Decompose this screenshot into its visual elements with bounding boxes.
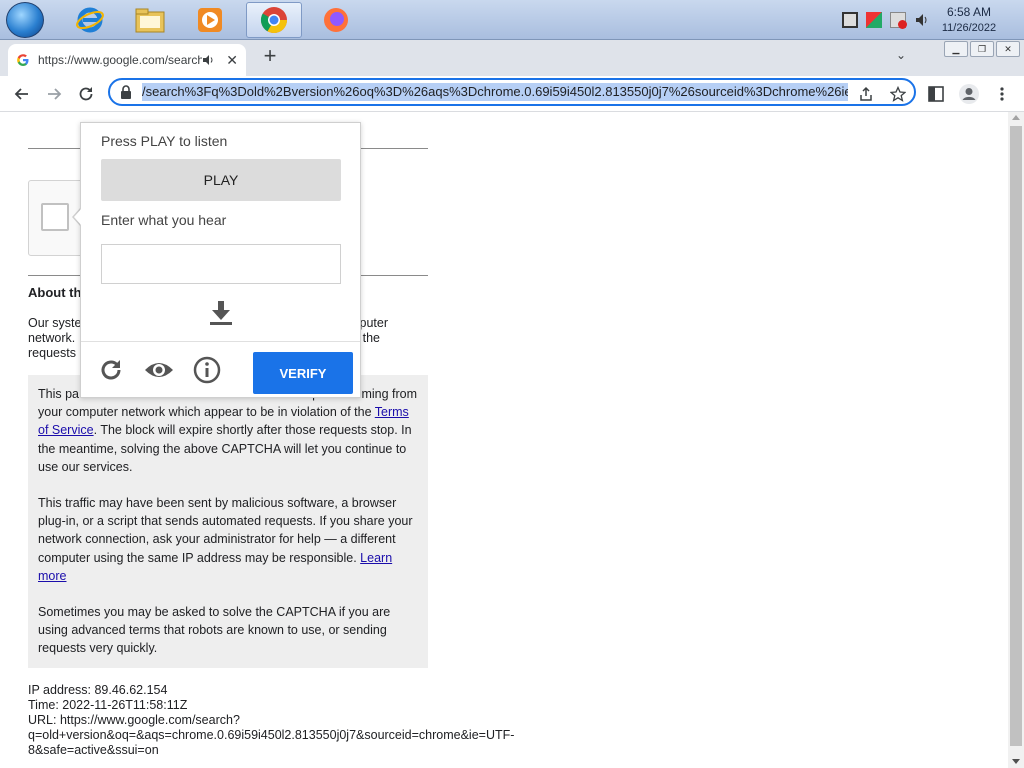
tab-strip: https://www.google.com/search ✕ + ⌄ ▁ ❐ … (0, 40, 1024, 76)
request-url: q=old+version&oq=&aqs=chrome.0.69i59i450… (28, 728, 515, 742)
info-paragraph-1: This paequests coming from your computer… (38, 385, 418, 476)
forward-button[interactable] (40, 80, 68, 108)
lock-icon[interactable] (120, 85, 132, 99)
recaptcha-checkbox[interactable] (41, 203, 69, 231)
google-favicon-icon (17, 54, 29, 66)
request-url: URL: https://www.google.com/search? (28, 713, 240, 727)
file-explorer-icon[interactable] (122, 2, 178, 38)
tab-search-chevron-icon[interactable]: ⌄ (896, 48, 912, 64)
about-text-line: network. (28, 331, 76, 345)
reload-icon (79, 87, 93, 101)
popup-pointer-fill (74, 208, 82, 226)
about-text-line-end: puter (359, 316, 389, 330)
clock-date: 11/26/2022 (941, 22, 997, 34)
speaker-icon[interactable] (202, 53, 216, 67)
chrome-menu-button[interactable] (988, 80, 1016, 108)
firefox-icon[interactable] (308, 2, 364, 38)
info-text: This traffic may have been sent by malic… (38, 496, 413, 565)
about-text-line-end: the (362, 331, 380, 345)
back-button[interactable] (8, 80, 36, 108)
minimize-button[interactable]: ▁ (944, 41, 968, 57)
chrome-taskbar-icon[interactable] (246, 2, 302, 38)
info-text: This pa (38, 387, 79, 401)
press-play-label: Press PLAY to listen (101, 133, 228, 149)
captcha-footer: VERIFY (81, 341, 360, 397)
about-text-line: requests (28, 346, 76, 360)
audio-response-input[interactable] (101, 244, 341, 284)
side-panel-button[interactable] (922, 80, 950, 108)
about-heading: About th (28, 285, 82, 300)
warning-tray-icon[interactable] (890, 12, 907, 29)
about-text-line: Our syste (28, 316, 82, 330)
network-tray-icon[interactable] (842, 12, 858, 28)
scroll-up-arrow-icon[interactable] (1012, 115, 1020, 120)
new-tab-button[interactable]: + (258, 45, 282, 69)
clock-time: 6:58 AM (946, 5, 992, 19)
bookmark-star-icon[interactable] (888, 84, 908, 104)
start-button[interactable] (6, 2, 44, 38)
timestamp: Time: 2022-11-26T11:58:11Z (28, 698, 188, 712)
play-button[interactable]: PLAY (101, 159, 341, 201)
reload-challenge-icon[interactable] (97, 356, 125, 384)
share-icon[interactable] (856, 84, 876, 104)
vertical-scrollbar[interactable] (1008, 112, 1024, 768)
close-tab-icon[interactable]: ✕ (226, 52, 238, 69)
verify-button[interactable]: VERIFY (253, 352, 353, 394)
scroll-down-arrow-icon[interactable] (1012, 759, 1020, 764)
forward-arrow-icon (48, 88, 62, 100)
info-paragraph-2: This traffic may have been sent by malic… (38, 494, 418, 585)
request-details: IP address: 89.46.62.154 Time: 2022-11-2… (28, 683, 548, 758)
back-arrow-icon (14, 88, 28, 100)
request-url: 8&safe=active&ssui=on (28, 743, 159, 757)
windows-taskbar: 6:58 AM 11/26/2022 (0, 0, 1024, 40)
side-panel-icon (928, 86, 944, 102)
download-audio-icon[interactable] (207, 299, 235, 327)
url-text[interactable]: /search%3Fq%3Dold%2Bversion%26oq%3D%26aq… (142, 83, 848, 101)
audio-captcha-challenge: Press PLAY to listen PLAY Enter what you… (80, 122, 361, 398)
info-paragraph-3: Sometimes you may be asked to solve the … (38, 605, 391, 656)
browser-tab[interactable]: https://www.google.com/search ✕ (8, 44, 246, 76)
system-clock[interactable]: 6:58 AM 11/26/2022 (934, 4, 1004, 36)
tab-title: https://www.google.com/search (38, 53, 203, 67)
close-window-button[interactable]: ✕ (996, 41, 1020, 57)
internet-explorer-icon[interactable] (62, 2, 118, 38)
enter-label: Enter what you hear (101, 212, 227, 228)
ip-address: IP address: 89.46.62.154 (28, 683, 168, 697)
flag-tray-icon[interactable] (866, 12, 882, 28)
info-icon[interactable] (193, 356, 221, 384)
kebab-menu-icon (1000, 87, 1004, 101)
profile-avatar-icon (959, 84, 979, 104)
profile-button[interactable] (955, 80, 983, 108)
media-player-icon[interactable] (182, 2, 238, 38)
restore-button[interactable]: ❐ (970, 41, 994, 57)
reload-button[interactable] (72, 80, 100, 108)
info-text: . The block will expire shortly after th… (38, 423, 412, 474)
address-bar[interactable]: /search%3Fq%3Dold%2Bversion%26oq%3D%26aq… (108, 78, 916, 106)
scroll-thumb[interactable] (1010, 126, 1022, 746)
browser-toolbar: /search%3Fq%3Dold%2Bversion%26oq%3D%26aq… (0, 76, 1024, 112)
info-box: This paequests coming from your computer… (28, 375, 428, 668)
visual-challenge-eye-icon[interactable] (143, 356, 175, 384)
volume-tray-icon[interactable] (914, 12, 930, 28)
